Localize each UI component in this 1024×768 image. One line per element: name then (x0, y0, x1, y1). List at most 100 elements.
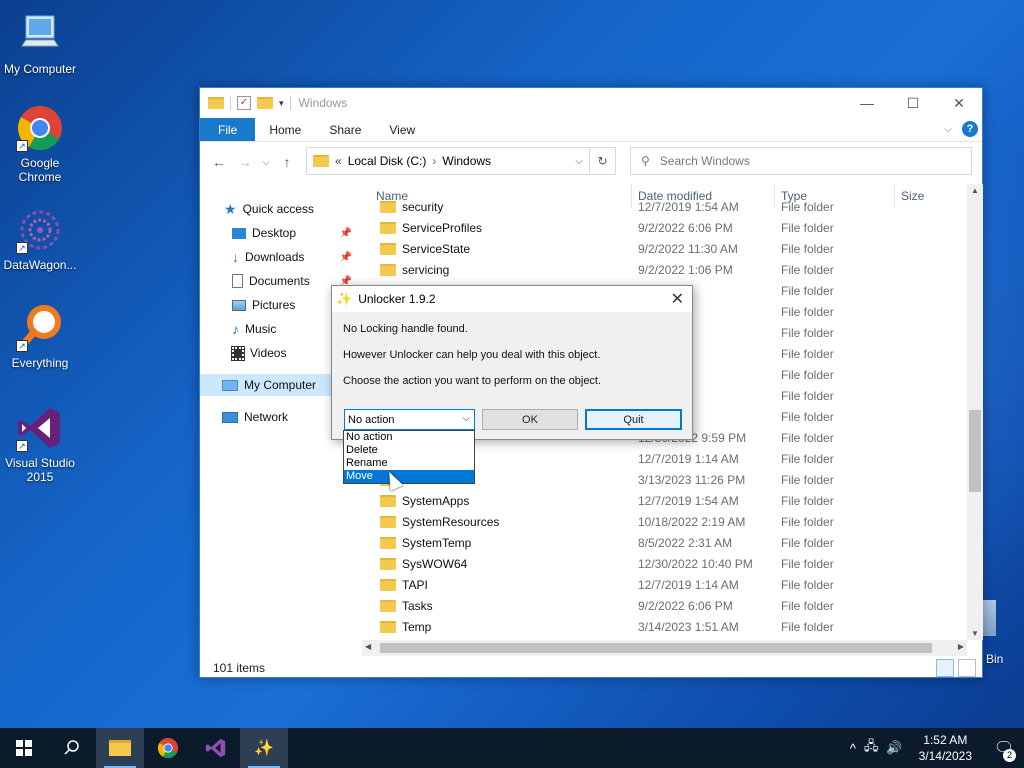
file-type: File folder (781, 241, 834, 256)
table-row[interactable]: TAPI 12/7/2019 1:14 AM File folder (370, 574, 967, 595)
vertical-scrollbar[interactable]: ▲ ▼ (967, 184, 983, 640)
quit-button[interactable]: Quit (585, 409, 682, 430)
large-icons-view-button[interactable] (958, 659, 976, 677)
window-titlebar: ✓ ▾ Windows — ☐ ✕ (200, 88, 982, 118)
option-move[interactable]: Move (344, 470, 474, 483)
breadcrumb-overflow[interactable]: « (335, 154, 342, 168)
folder-icon (208, 97, 224, 109)
address-dropdown-icon[interactable]: ⌵ (575, 156, 583, 167)
file-type: File folder (781, 220, 834, 235)
sidebar-item-videos[interactable]: Videos (231, 342, 286, 364)
date-modified: 12/7/2019 1:54 AM (638, 199, 739, 214)
shortcut-arrow-icon: ↗ (16, 440, 28, 452)
sidebar-item-desktop[interactable]: Desktop 📌 (232, 222, 352, 244)
table-row[interactable]: ServiceProfiles 9/2/2022 6:06 PM File fold… (370, 217, 967, 238)
file-name-text: Tasks (402, 598, 433, 613)
volume-icon[interactable]: 🔊 (882, 740, 906, 756)
tab-file[interactable]: File (200, 118, 256, 141)
maximize-button[interactable]: ☐ (890, 88, 936, 118)
recent-locations-chevron-icon[interactable]: ⌵ (260, 157, 272, 168)
computer-icon (222, 379, 238, 391)
tab-home[interactable]: Home (255, 118, 315, 141)
ok-button[interactable]: OK (482, 409, 578, 430)
scrollbar-thumb[interactable] (380, 643, 932, 653)
search-button[interactable] (48, 728, 96, 768)
breadcrumb-windows[interactable]: Windows (442, 154, 491, 168)
desktop-icon-my-computer[interactable]: My Computer (0, 10, 80, 76)
new-folder-icon[interactable] (257, 97, 273, 109)
taskbar-unlocker[interactable]: ✨ (240, 728, 288, 768)
file-name-text: SystemResources (402, 514, 500, 529)
table-row[interactable]: SystemResources 10/18/2022 2:19 AM File fo… (370, 511, 967, 532)
table-row[interactable]: Tasks 9/2/2022 6:06 PM File folder (370, 595, 967, 616)
table-row[interactable]: ServiceState 9/2/2022 11:30 AM File folder (370, 238, 967, 259)
chevron-down-icon[interactable]: ⌵ (462, 413, 470, 424)
file-type: File folder (781, 514, 834, 529)
horizontal-scrollbar[interactable]: ◀ ▶ (362, 640, 967, 656)
computer-icon (16, 10, 64, 58)
table-row[interactable]: SystemTemp 8/5/2022 2:31 AM File folder (370, 532, 967, 553)
sidebar-item-quick-access[interactable]: ★ Quick access (224, 198, 314, 220)
shortcut-arrow-icon: ↗ (16, 242, 28, 254)
forward-arrow-icon[interactable]: → (234, 154, 256, 170)
desktop-icon-datawagon[interactable]: ↗ DataWagon... (0, 206, 80, 272)
desktop-icon-chrome[interactable]: ↗ Google Chrome (0, 104, 80, 184)
back-arrow-icon[interactable]: ← (208, 154, 230, 170)
scroll-down-arrow-icon[interactable]: ▼ (971, 629, 979, 638)
up-arrow-icon[interactable]: ↑ (276, 154, 298, 170)
option-rename[interactable]: Rename (344, 457, 474, 470)
file-name-text: TAPI (402, 577, 428, 592)
folder-icon (380, 494, 396, 507)
action-select[interactable]: No action ⌵ (344, 409, 475, 430)
tab-view[interactable]: View (375, 118, 429, 141)
breadcrumb-local-disk[interactable]: Local Disk (C:) (348, 154, 427, 168)
show-hidden-icons-chevron-icon[interactable]: ^ (846, 741, 860, 756)
file-name-text: ServiceProfiles (402, 220, 483, 235)
taskbar-file-explorer[interactable] (96, 728, 144, 768)
file-type: File folder (781, 598, 834, 613)
table-row[interactable]: security 12/7/2019 1:54 AM File folder (370, 196, 967, 217)
refresh-button[interactable]: ↻ (590, 147, 616, 175)
properties-icon[interactable]: ✓ (237, 96, 251, 110)
table-row[interactable]: SystemApps 12/7/2019 1:54 AM File folder (370, 490, 967, 511)
sidebar-item-pictures[interactable]: Pictures (232, 294, 295, 316)
dialog-close-button[interactable]: ✕ (671, 289, 684, 309)
table-row[interactable]: servicing 9/2/2022 1:06 PM File folder (370, 259, 967, 280)
search-input[interactable]: ⚲ Search Windows (630, 147, 972, 175)
details-view-button[interactable] (936, 659, 954, 677)
scroll-right-arrow-icon[interactable]: ▶ (958, 642, 964, 651)
start-button[interactable] (0, 728, 48, 768)
tab-share[interactable]: Share (315, 118, 375, 141)
taskbar-visual-studio[interactable] (192, 728, 240, 768)
expand-ribbon-icon[interactable]: ⌵ (944, 124, 952, 135)
file-name-text: SystemTemp (402, 535, 472, 550)
help-icon[interactable]: ? (962, 121, 978, 137)
option-no-action[interactable]: No action (344, 431, 474, 444)
sidebar-item-network[interactable]: Network (222, 406, 288, 428)
file-type: File folder (781, 199, 834, 214)
scroll-left-arrow-icon[interactable]: ◀ (365, 642, 371, 651)
table-row[interactable]: SysWOW64 12/30/2022 10:40 PM File folder (370, 553, 967, 574)
minimize-button[interactable]: — (844, 88, 890, 118)
ribbon-tabs: File Home Share View ⌵ ? (200, 118, 982, 142)
pin-icon[interactable]: 📌 (340, 228, 352, 239)
clock[interactable]: 1:52 AM 3/14/2023 (907, 732, 984, 764)
scroll-up-arrow-icon[interactable]: ▲ (971, 186, 979, 195)
network-icon[interactable]: 🖧 (860, 737, 883, 759)
sidebar-item-music[interactable]: ♪ Music (232, 318, 276, 340)
sidebar-item-downloads[interactable]: ↓ Downloads 📌 (232, 246, 352, 268)
address-bar[interactable]: « Local Disk (C:) › Windows ⌵ (306, 147, 590, 175)
desktop-icon-visual-studio[interactable]: ↗ Visual Studio 2015 (0, 404, 80, 484)
table-row[interactable]: Temp 3/14/2023 1:51 AM File folder (370, 616, 967, 637)
notifications-button[interactable]: 🗨 2 (984, 728, 1024, 768)
taskbar-chrome[interactable] (144, 728, 192, 768)
close-button[interactable]: ✕ (936, 88, 982, 118)
scrollbar-thumb[interactable] (969, 410, 981, 492)
taskbar: ✨ ^ 🖧 🔊 1:52 AM 3/14/2023 🗨 2 (0, 728, 1024, 768)
pin-icon[interactable]: 📌 (340, 252, 352, 263)
file-type: File folder (781, 304, 834, 319)
chrome-icon (157, 737, 179, 759)
option-delete[interactable]: Delete (344, 444, 474, 457)
customize-toolbar-icon[interactable]: ▾ (279, 98, 284, 109)
desktop-icon-everything[interactable]: ↗ Everything (0, 304, 80, 370)
